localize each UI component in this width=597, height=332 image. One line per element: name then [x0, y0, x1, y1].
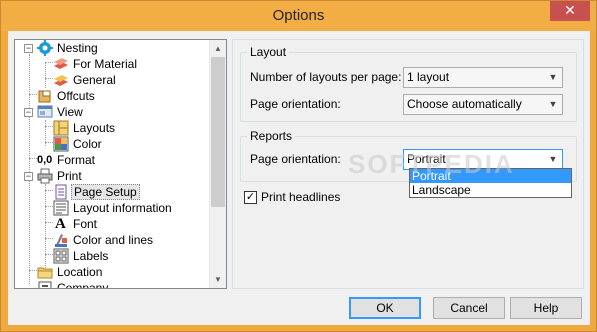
tree-item-label: Print	[57, 169, 82, 183]
tree-item-label: View	[57, 105, 83, 119]
tree-item-label: Nesting	[57, 41, 98, 55]
tree-item-location[interactable]: Location	[15, 264, 205, 280]
chevron-down-icon: ▼	[548, 99, 558, 109]
tree-item-for-material[interactable]: For Material	[15, 56, 205, 72]
tree-item-color[interactable]: Color	[15, 136, 205, 152]
material-icon	[53, 56, 69, 72]
layouts-per-page-select[interactable]: 1 layout ▼	[403, 67, 563, 88]
tree-item-label: For Material	[73, 57, 138, 71]
help-button[interactable]: Help	[510, 297, 582, 319]
tree-item-label: Offcuts	[57, 89, 95, 103]
reports-group-title: Reports	[247, 129, 296, 143]
chevron-down-icon: ▼	[548, 154, 558, 164]
tree-item-label: General	[73, 73, 116, 87]
tree-item-label: Color and lines	[73, 233, 154, 247]
company-icon	[37, 280, 53, 288]
material-icon	[53, 72, 69, 88]
layout-orientation-label: Page orientation:	[250, 97, 341, 111]
page-setup-icon	[53, 184, 69, 200]
scroll-down-button[interactable]: ▼	[210, 271, 226, 288]
color-lines-icon	[53, 232, 69, 248]
scroll-up-button[interactable]: ▲	[210, 40, 226, 57]
tree-scrollbar[interactable]: ▲ ▼	[209, 40, 226, 288]
dropdown-option-landscape[interactable]: Landscape	[410, 183, 571, 197]
watermark: SOFTPEDIA	[348, 149, 515, 179]
options-tree: − Nesting For Material General Offcuts −…	[14, 39, 227, 289]
layout-orientation-value: Choose automatically	[407, 97, 522, 111]
window-title: Options	[272, 7, 325, 24]
offcuts-icon	[37, 88, 53, 104]
collapse-toggle[interactable]: −	[24, 108, 33, 117]
layout-group: Layout Number of layouts per page: 1 lay…	[240, 45, 577, 122]
tree-item-label: Company	[57, 281, 109, 289]
tree-item-page-setup[interactable]: Page Setup	[15, 184, 205, 200]
view-icon	[37, 104, 53, 120]
tree-item-view[interactable]: − View	[15, 104, 205, 120]
tree-item-label: Page Setup	[71, 184, 140, 200]
labels-icon	[53, 248, 69, 264]
layouts-per-page-label: Number of layouts per page:	[250, 70, 402, 84]
options-dialog: Options ✕ − Nesting For Material General…	[0, 0, 597, 332]
scroll-thumb[interactable]	[211, 57, 225, 207]
tree-item-format[interactable]: 0,0 Format	[15, 152, 205, 168]
color-icon	[53, 136, 69, 152]
tree-item-company[interactable]: Company	[15, 280, 205, 289]
chevron-down-icon: ▼	[548, 72, 558, 82]
layout-group-title: Layout	[247, 45, 290, 59]
ok-button[interactable]: OK	[349, 297, 421, 319]
tree-item-label: Layout information	[73, 201, 172, 215]
tree-item-label: Labels	[73, 249, 109, 263]
tree-item-label: Location	[57, 265, 103, 279]
tree-item-print[interactable]: − Print	[15, 168, 205, 184]
tree-item-label: Layouts	[73, 121, 116, 135]
format-icon: 0,0	[37, 154, 53, 166]
layout-info-icon	[53, 200, 69, 216]
print-headlines-label[interactable]: Print headlines	[261, 189, 340, 205]
tree-item-nesting[interactable]: − Nesting	[15, 40, 205, 56]
tree-item-layouts[interactable]: Layouts	[15, 120, 205, 136]
collapse-toggle[interactable]: −	[24, 44, 33, 53]
tree-item-label: Color	[73, 137, 102, 151]
title-bar: Options ✕	[1, 1, 596, 31]
dialog-body: − Nesting For Material General Offcuts −…	[8, 31, 590, 325]
font-icon: A	[55, 216, 66, 232]
reports-orientation-label: Page orientation:	[250, 152, 341, 166]
printer-icon	[37, 168, 53, 184]
tree-item-font[interactable]: A Font	[15, 216, 205, 232]
print-headlines-checkbox[interactable]: ✓	[244, 191, 257, 204]
close-button[interactable]: ✕	[550, 1, 590, 21]
tree-item-label: Font	[73, 217, 98, 231]
tree-item-labels[interactable]: Labels	[15, 248, 205, 264]
cancel-button[interactable]: Cancel	[433, 297, 505, 319]
tree-item-label: Format	[57, 153, 96, 167]
tree-item-layout-information[interactable]: Layout information	[15, 200, 205, 216]
tree-item-offcuts[interactable]: Offcuts	[15, 88, 205, 104]
folder-icon	[37, 264, 53, 280]
layout-orientation-select[interactable]: Choose automatically ▼	[403, 94, 563, 115]
layouts-icon	[53, 120, 69, 136]
gear-icon	[37, 40, 53, 56]
tree-item-color-and-lines[interactable]: Color and lines	[15, 232, 205, 248]
collapse-toggle[interactable]: −	[24, 172, 33, 181]
tree-item-general[interactable]: General	[15, 72, 205, 88]
layouts-per-page-value: 1 layout	[407, 70, 450, 84]
